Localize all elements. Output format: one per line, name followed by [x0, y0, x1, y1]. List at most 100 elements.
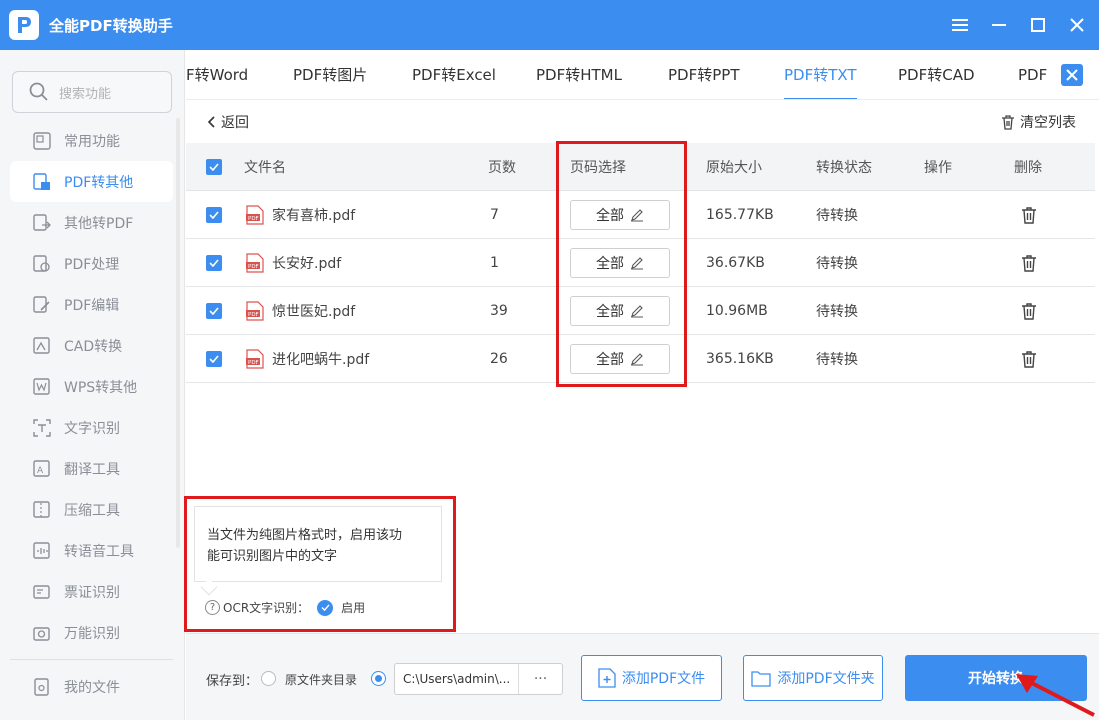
clear-list-button[interactable]: 清空列表: [1000, 112, 1076, 132]
page-count: 39: [490, 302, 508, 319]
convert-status: 待转换: [816, 255, 858, 272]
sidebar-item-to-pdf[interactable]: 其他转PDF: [10, 202, 173, 243]
add-pdf-folder-label: 添加PDF文件夹: [777, 671, 875, 687]
title-bar: 全能PDF转换助手: [0, 0, 1099, 50]
row-checkbox[interactable]: [206, 206, 222, 223]
add-file-icon: [598, 668, 616, 688]
highlight-box-ocr: [184, 496, 456, 632]
row-checkbox[interactable]: [206, 350, 222, 367]
sidebar-item-label: 其他转PDF: [64, 215, 134, 232]
sidebar-item-my-files[interactable]: 我的文件: [10, 666, 173, 707]
svg-text:PDF: PDF: [248, 264, 259, 270]
save-to-label: 保存到：: [206, 674, 259, 689]
sidebar-item-label: 翻译工具: [64, 461, 120, 478]
back-button[interactable]: 返回: [206, 112, 249, 132]
sidebar-item-pdf-edit[interactable]: PDF编辑: [10, 284, 173, 325]
to-pdf-icon: [32, 213, 52, 233]
sidebar-scrollbar[interactable]: [176, 118, 180, 548]
sidebar-item-voice[interactable]: 转语音工具: [10, 530, 173, 571]
pdf-convert-icon: [32, 172, 52, 192]
sidebar-item-pdf-process[interactable]: PDF处理: [10, 243, 173, 284]
ticket-icon: [32, 582, 52, 602]
radio-source-folder[interactable]: [261, 671, 276, 686]
svg-text:PDF: PDF: [248, 360, 259, 366]
header-size: 原始大小: [706, 159, 762, 176]
file-name: 家有喜柿.pdf: [272, 207, 356, 224]
sidebar-item-label: 常用功能: [64, 133, 120, 150]
tab-cad[interactable]: PDF转CAD: [898, 50, 975, 99]
tab-html[interactable]: PDF转HTML: [536, 50, 622, 99]
output-path-field[interactable]: C:\Users\admin\... ···: [394, 663, 563, 695]
search-input[interactable]: 搜索功能: [12, 71, 172, 113]
page-count: 26: [490, 350, 508, 367]
trash-icon[interactable]: [1020, 350, 1038, 368]
sidebar-divider: [10, 659, 173, 660]
trash-icon[interactable]: [1020, 254, 1038, 272]
pdf-file-icon: PDF: [246, 300, 264, 321]
ocr-icon: [32, 418, 52, 438]
select-all-checkbox[interactable]: [206, 158, 222, 175]
file-size: 165.77KB: [706, 206, 774, 223]
sidebar-item-wps[interactable]: WPS转其他: [10, 366, 173, 407]
my-files-icon: [32, 677, 52, 697]
add-pdf-file-button[interactable]: 添加PDF文件: [581, 655, 722, 701]
menu-icon[interactable]: [950, 15, 970, 35]
radio-custom-path[interactable]: [371, 671, 386, 686]
file-name: 惊世医妃.pdf: [272, 303, 356, 320]
cad-icon: [32, 336, 52, 356]
browse-button[interactable]: ···: [518, 664, 562, 694]
close-icon[interactable]: [1067, 15, 1087, 35]
convert-status: 待转换: [816, 207, 858, 224]
highlight-box-page-range: [556, 141, 687, 387]
header-delete: 删除: [1014, 159, 1042, 176]
translate-icon: A: [32, 459, 52, 479]
header-action: 操作: [924, 159, 952, 176]
pdf-process-icon: [32, 254, 52, 274]
tab-ppt[interactable]: PDF转PPT: [668, 50, 739, 99]
sidebar-item-ocr[interactable]: 文字识别: [10, 407, 173, 448]
header-filename: 文件名: [244, 159, 286, 176]
minimize-icon[interactable]: [989, 15, 1009, 35]
add-pdf-file-label: 添加PDF文件: [621, 671, 706, 687]
sidebar-item-label: PDF转其他: [64, 174, 134, 191]
common-icon: [32, 131, 52, 151]
wps-icon: [32, 377, 52, 397]
trash-icon[interactable]: [1020, 206, 1038, 224]
tab-close-button[interactable]: [1061, 64, 1083, 86]
pdf-file-icon: PDF: [246, 348, 264, 369]
sidebar-item-label: 我的文件: [64, 679, 120, 696]
pdf-file-icon: PDF: [246, 252, 264, 273]
sidebar-item-universal[interactable]: 万能识别: [10, 612, 173, 653]
maximize-icon[interactable]: [1028, 15, 1048, 35]
add-pdf-folder-button[interactable]: 添加PDF文件夹: [743, 655, 883, 701]
sidebar-item-compress[interactable]: 压缩工具: [10, 489, 173, 530]
tab-txt[interactable]: PDF转TXT: [784, 50, 857, 99]
folder-icon: [751, 671, 772, 687]
sidebar-nav: 常用功能 PDF转其他 其他转PDF PDF处理 PDF编辑 CAD转换 WPS…: [10, 120, 173, 707]
sidebar-item-translate[interactable]: A 翻译工具: [10, 448, 173, 489]
sidebar-item-common[interactable]: 常用功能: [10, 120, 173, 161]
row-checkbox[interactable]: [206, 254, 222, 271]
sidebar-item-label: 压缩工具: [64, 502, 120, 519]
sidebar-item-label: CAD转换: [64, 338, 123, 355]
sidebar-item-label: 文字识别: [64, 420, 120, 437]
sidebar-item-ticket[interactable]: 票证识别: [10, 571, 173, 612]
sidebar-item-label: 转语音工具: [64, 543, 134, 560]
svg-text:A: A: [37, 466, 44, 476]
sidebar-item-pdf-convert[interactable]: PDF转其他: [10, 161, 173, 202]
pdf-edit-icon: [32, 295, 52, 315]
tab-image[interactable]: PDF转图片: [293, 50, 367, 99]
trash-icon: [1002, 115, 1014, 130]
trash-icon[interactable]: [1020, 302, 1038, 320]
sidebar-item-label: PDF编辑: [64, 297, 120, 314]
row-checkbox[interactable]: [206, 302, 222, 319]
tab-word[interactable]: F转Word: [186, 50, 248, 99]
page-count: 7: [490, 206, 499, 223]
file-size: 36.67KB: [706, 254, 765, 271]
sidebar-item-cad[interactable]: CAD转换: [10, 325, 173, 366]
convert-status: 待转换: [816, 303, 858, 320]
tab-excel[interactable]: PDF转Excel: [412, 50, 496, 99]
format-tabs: F转Word PDF转图片 PDF转Excel PDF转HTML PDF转PPT…: [186, 50, 1099, 100]
tab-more[interactable]: PDF: [1018, 50, 1047, 99]
file-size: 10.96MB: [706, 302, 768, 319]
